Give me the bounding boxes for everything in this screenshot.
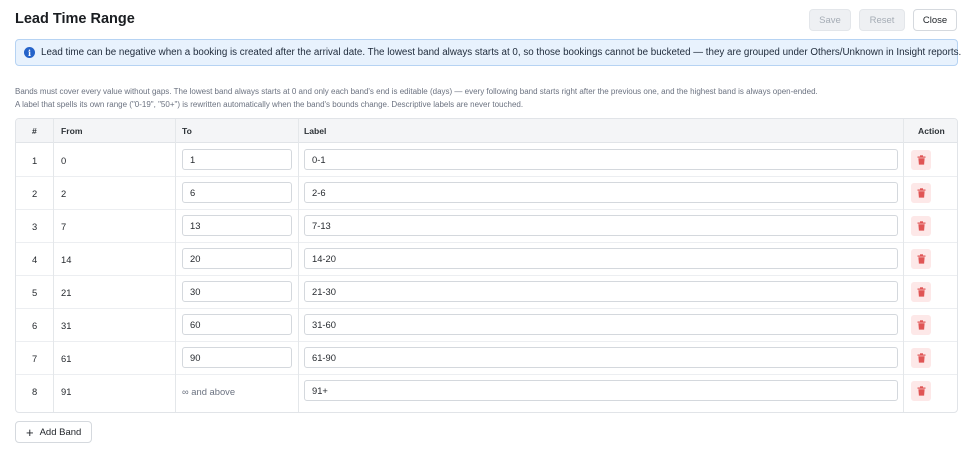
from-value: 91 (61, 386, 72, 397)
delete-row-button[interactable] (911, 150, 931, 170)
label-input[interactable]: 2-6 (304, 182, 898, 203)
bands-table: # From To Label Action 1 0 1 0-1 2 2 6 2-6 3 7 13 7… (15, 118, 958, 413)
row-number: 4 (32, 254, 38, 265)
delete-row-button[interactable] (911, 216, 931, 236)
column-header-num: # (32, 126, 37, 136)
label-input[interactable]: 7-13 (304, 215, 898, 236)
add-band-button[interactable]: + Add Band (15, 421, 92, 443)
to-input[interactable]: 1 (182, 149, 292, 170)
table-row: 4 14 20 14-20 (16, 243, 957, 276)
column-header-action: Action (918, 126, 945, 136)
trash-icon (917, 386, 926, 396)
plus-icon: + (26, 424, 34, 440)
row-number: 7 (32, 353, 38, 364)
page-title: Lead Time Range (15, 11, 135, 27)
table-row: 1 0 1 0-1 (16, 144, 957, 177)
from-value: 31 (61, 320, 72, 331)
reset-button[interactable]: Reset (859, 9, 905, 31)
to-input[interactable]: 90 (182, 347, 292, 368)
label-input[interactable]: 0-1 (304, 149, 898, 170)
close-button[interactable]: Close (913, 9, 957, 31)
table-row: 3 7 13 7-13 (16, 210, 957, 243)
column-header-from: From (61, 126, 83, 136)
trash-icon (917, 320, 926, 330)
trash-icon (917, 221, 926, 231)
to-input[interactable]: 30 (182, 281, 292, 302)
info-text: Lead time can be negative when a booking… (41, 47, 962, 58)
table-row: 2 2 6 2-6 (16, 177, 957, 210)
row-number: 8 (32, 386, 38, 397)
from-value: 7 (61, 221, 67, 232)
to-input[interactable]: 6 (182, 182, 292, 203)
from-value: 21 (61, 287, 72, 298)
to-input[interactable]: 20 (182, 248, 292, 269)
table-row: 7 61 90 61-90 (16, 342, 957, 375)
to-input[interactable]: 13 (182, 215, 292, 236)
row-number: 5 (32, 287, 38, 298)
trash-icon (917, 254, 926, 264)
trash-icon (917, 353, 926, 363)
label-input[interactable]: 14-20 (304, 248, 898, 269)
from-value: 14 (61, 254, 72, 265)
to-input[interactable]: 60 (182, 314, 292, 335)
save-button[interactable]: Save (809, 9, 851, 31)
label-input[interactable]: 31-60 (304, 314, 898, 335)
row-number: 3 (32, 221, 38, 232)
from-value: 61 (61, 353, 72, 364)
table-row: 5 21 30 21-30 (16, 276, 957, 309)
trash-icon (917, 188, 926, 198)
column-header-label: Label (304, 126, 327, 136)
info-banner: i Lead time can be negative when a booki… (15, 39, 962, 66)
help-line-2: A label that spells its own range ("0-19… (15, 100, 524, 109)
row-number: 1 (32, 155, 38, 166)
trash-icon (917, 287, 926, 297)
label-input[interactable]: 91+ (304, 380, 898, 401)
row-number: 6 (32, 320, 38, 331)
from-value: 2 (61, 188, 67, 199)
table-row: 6 31 60 31-60 (16, 309, 957, 342)
delete-row-button[interactable] (911, 249, 931, 269)
delete-row-button[interactable] (911, 183, 931, 203)
open-ended-text: ∞ and above (182, 386, 236, 397)
add-band-label: Add Band (39, 426, 82, 438)
row-number: 2 (32, 188, 38, 199)
help-line-1: Bands must cover every value without gap… (15, 87, 818, 96)
delete-row-button[interactable] (911, 381, 931, 401)
table-row: 8 91 ∞ and above 91+ (16, 375, 957, 408)
delete-row-button[interactable] (911, 282, 931, 302)
label-input[interactable]: 61-90 (304, 347, 898, 368)
delete-row-button[interactable] (911, 315, 931, 335)
help-text: Bands must cover every value without gap… (15, 85, 960, 111)
info-icon: i (24, 47, 35, 58)
dialog-header: Lead Time Range Save Reset Close (15, 9, 960, 31)
column-header-to: To (182, 126, 192, 136)
label-input[interactable]: 21-30 (304, 281, 898, 302)
table-header: # From To Label Action (16, 119, 957, 143)
from-value: 0 (61, 155, 67, 166)
delete-row-button[interactable] (911, 348, 931, 368)
trash-icon (917, 155, 926, 165)
